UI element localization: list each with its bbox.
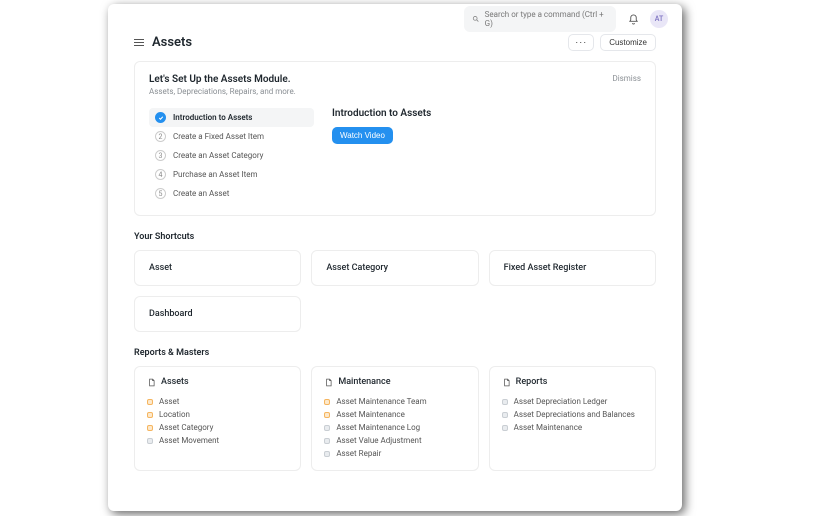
reports-grid: Assets Asset Location Asset Category Asset M… bbox=[134, 366, 656, 471]
menu-icon[interactable] bbox=[134, 39, 144, 46]
shortcut-card[interactable]: Fixed Asset Register bbox=[489, 250, 656, 286]
status-dot bbox=[147, 399, 153, 405]
document-icon bbox=[324, 378, 333, 387]
topbar: Search or type a command (Ctrl + G) AT bbox=[108, 4, 682, 34]
reports-group-title: Assets bbox=[147, 377, 288, 387]
reports-link-label: Asset Maintenance Log bbox=[336, 423, 420, 432]
reports-title: Reports & Masters bbox=[134, 348, 656, 358]
reports-link[interactable]: Asset Maintenance Team bbox=[324, 395, 465, 408]
onboarding-step[interactable]: 3 Create an Asset Category bbox=[149, 146, 314, 165]
shortcut-card[interactable]: Asset bbox=[134, 250, 301, 286]
reports-link-label: Asset Value Adjustment bbox=[336, 436, 421, 445]
reports-link[interactable]: Asset Maintenance bbox=[502, 421, 643, 434]
group-title-text: Assets bbox=[161, 377, 189, 387]
reports-group: Reports Asset Depreciation Ledger Asset De… bbox=[489, 366, 656, 471]
reports-link-label: Asset Depreciation Ledger bbox=[514, 397, 608, 406]
reports-link[interactable]: Asset bbox=[147, 395, 288, 408]
search-placeholder: Search or type a command (Ctrl + G) bbox=[485, 10, 608, 28]
reports-link-label: Asset Maintenance bbox=[514, 423, 583, 432]
step-label: Purchase an Asset Item bbox=[173, 170, 258, 179]
watch-video-button[interactable]: Watch Video bbox=[332, 127, 393, 144]
status-dot bbox=[502, 399, 508, 405]
onboarding-step[interactable]: Introduction to Assets bbox=[149, 108, 314, 127]
status-dot bbox=[502, 425, 508, 431]
status-dot bbox=[147, 425, 153, 431]
step-number: 2 bbox=[155, 131, 166, 142]
notifications-button[interactable] bbox=[624, 10, 642, 28]
step-number: 4 bbox=[155, 169, 166, 180]
group-title-text: Maintenance bbox=[338, 377, 390, 387]
reports-link-label: Asset Category bbox=[159, 423, 213, 432]
bell-icon bbox=[628, 14, 639, 25]
reports-link[interactable]: Asset Movement bbox=[147, 434, 288, 447]
onboarding-content: Introduction to Assets Watch Video bbox=[332, 108, 641, 203]
onboarding-content-heading: Introduction to Assets bbox=[332, 108, 641, 119]
onboarding-title: Let's Set Up the Assets Module. bbox=[149, 74, 296, 85]
reports-link[interactable]: Asset Depreciation Ledger bbox=[502, 395, 643, 408]
reports-link-label: Asset Maintenance bbox=[336, 410, 405, 419]
reports-link[interactable]: Location bbox=[147, 408, 288, 421]
step-number: 5 bbox=[155, 188, 166, 199]
document-icon bbox=[502, 378, 511, 387]
reports-link[interactable]: Asset Maintenance bbox=[324, 408, 465, 421]
onboarding-steps: Introduction to Assets 2 Create a Fixed As… bbox=[149, 108, 314, 203]
status-dot bbox=[324, 425, 330, 431]
app-window: Search or type a command (Ctrl + G) AT A… bbox=[108, 4, 682, 511]
group-title-text: Reports bbox=[516, 377, 548, 387]
more-button[interactable]: ··· bbox=[568, 34, 594, 51]
onboarding-card: Let's Set Up the Assets Module. Assets, … bbox=[134, 61, 656, 216]
reports-group: Maintenance Asset Maintenance Team Asset M… bbox=[311, 366, 478, 471]
status-dot bbox=[324, 412, 330, 418]
reports-link[interactable]: Asset Maintenance Log bbox=[324, 421, 465, 434]
avatar-initials: AT bbox=[655, 15, 663, 23]
reports-link[interactable]: Asset Depreciations and Balances bbox=[502, 408, 643, 421]
step-label: Create an Asset bbox=[173, 189, 229, 198]
reports-link-label: Asset Depreciations and Balances bbox=[514, 410, 635, 419]
step-check-icon bbox=[155, 112, 166, 123]
customize-button[interactable]: Customize bbox=[600, 34, 656, 51]
status-dot bbox=[324, 438, 330, 444]
onboarding-step[interactable]: 2 Create a Fixed Asset Item bbox=[149, 127, 314, 146]
reports-link-label: Asset Repair bbox=[336, 449, 381, 458]
reports-link-label: Asset Maintenance Team bbox=[336, 397, 426, 406]
page-title: Assets bbox=[152, 35, 192, 50]
shortcut-card[interactable]: Dashboard bbox=[134, 296, 301, 332]
document-icon bbox=[147, 378, 156, 387]
step-label: Create an Asset Category bbox=[173, 151, 263, 160]
reports-group-title: Maintenance bbox=[324, 377, 465, 387]
reports-link[interactable]: Asset Value Adjustment bbox=[324, 434, 465, 447]
step-number: 3 bbox=[155, 150, 166, 161]
status-dot bbox=[324, 451, 330, 457]
reports-link-label: Location bbox=[159, 410, 190, 419]
search-input[interactable]: Search or type a command (Ctrl + G) bbox=[464, 6, 616, 32]
onboarding-subtitle: Assets, Depreciations, Repairs, and more… bbox=[149, 87, 296, 96]
reports-link-label: Asset bbox=[159, 397, 179, 406]
avatar[interactable]: AT bbox=[650, 10, 668, 28]
shortcuts-title: Your Shortcuts bbox=[134, 232, 656, 242]
page-header: Assets ··· Customize bbox=[134, 34, 656, 51]
reports-link[interactable]: Asset Repair bbox=[324, 447, 465, 460]
onboarding-step[interactable]: 4 Purchase an Asset Item bbox=[149, 165, 314, 184]
reports-link-label: Asset Movement bbox=[159, 436, 219, 445]
shortcut-card[interactable]: Asset Category bbox=[311, 250, 478, 286]
status-dot bbox=[147, 412, 153, 418]
dismiss-button[interactable]: Dismiss bbox=[612, 74, 641, 83]
status-dot bbox=[147, 438, 153, 444]
status-dot bbox=[324, 399, 330, 405]
step-label: Introduction to Assets bbox=[173, 113, 252, 122]
reports-group-title: Reports bbox=[502, 377, 643, 387]
status-dot bbox=[502, 412, 508, 418]
reports-group: Assets Asset Location Asset Category Asset M… bbox=[134, 366, 301, 471]
step-label: Create a Fixed Asset Item bbox=[173, 132, 264, 141]
search-icon bbox=[472, 15, 480, 23]
onboarding-step[interactable]: 5 Create an Asset bbox=[149, 184, 314, 203]
reports-link[interactable]: Asset Category bbox=[147, 421, 288, 434]
shortcuts-grid: Asset Asset Category Fixed Asset Register D… bbox=[134, 250, 656, 332]
